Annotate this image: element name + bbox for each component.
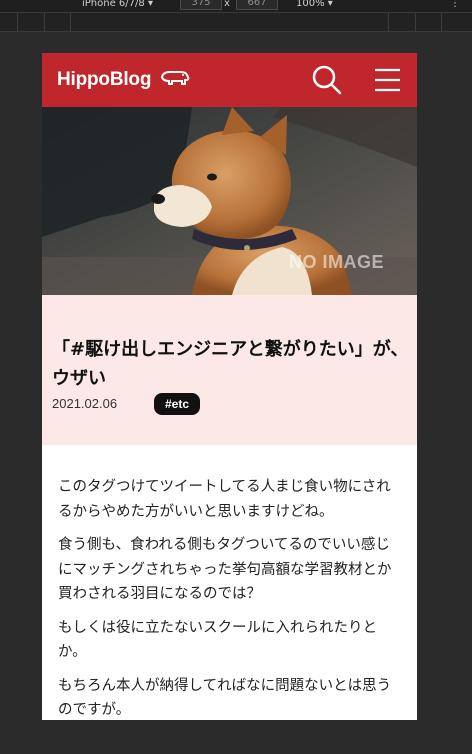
ruler-bar [0,13,472,32]
post-title: 「#駆け出しエンジニアと繋がりたい」が、ウザい [52,339,409,390]
site-header: HippoBlog [42,53,417,107]
post-header: 「#駆け出しエンジニアと繋がりたい」が、ウザい 2021.02.06 #etc [42,295,417,445]
paragraph: もちろん本人が納得してればなに問題ないとは思うのですが。 [58,677,392,719]
paragraph: このタグつけてツイートしてる人まじ食い物にされるからやめた方がいいと思いますけど… [58,479,391,520]
logo-text: HippoBlog [57,69,152,90]
devtools-toolbar: iPhone 6/7/8 ▾ 375 x 667 100% ▾ ⋮ [0,0,472,13]
hippo-icon [161,71,190,86]
height-input[interactable]: 667 [236,0,278,10]
post-body: このタグつけてツイートしてる人まじ食い物にされるからやめた方がいいと思いますけど… [42,445,417,720]
more-options-icon[interactable]: ⋮ [450,0,460,10]
tag-badge[interactable]: #etc [154,393,201,415]
hero-image: NO IMAGE [42,107,417,295]
paragraph: 食う側も、食われる側もタグついてるのでいい感じにマッチングされちゃった挙句高額な… [58,537,392,602]
device-select[interactable]: iPhone 6/7/8 ▾ [82,0,153,10]
no-image-watermark: NO IMAGE [289,252,385,272]
dimension-separator: x [224,0,230,9]
zoom-select[interactable]: 100% ▾ [296,0,333,10]
search-icon[interactable] [310,63,344,97]
site-logo[interactable]: HippoBlog [57,69,190,91]
post-date: 2021.02.06 [52,396,118,411]
width-input[interactable]: 375 [180,0,222,10]
paragraph: もしくは役に立たないスクールに入れられたりとか。 [58,619,377,661]
phone-viewport: HippoBlog NO IMAGE 「#駆け出しエンジニアと繋がりたい」が、ウ… [42,53,417,720]
hamburger-menu-icon[interactable] [372,66,402,94]
